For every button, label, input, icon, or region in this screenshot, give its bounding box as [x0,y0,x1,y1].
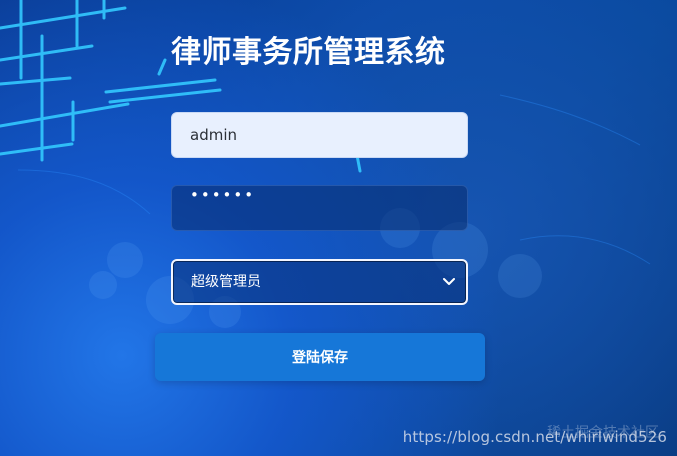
login-button-label: 登陆保存 [292,350,348,366]
page-title: 律师事务所管理系统 [171,35,446,70]
login-button[interactable]: 登陆保存 [155,333,485,381]
username-input[interactable] [171,112,468,158]
role-selected-value: 超级管理员 [191,274,261,290]
watermark-url: https://blog.csdn.net/whirlwind526 [402,428,667,446]
chevron-down-icon [442,275,456,289]
role-select[interactable]: 超级管理员 [171,259,468,305]
password-mask: •••••• [190,186,256,204]
password-field[interactable]: •••••• [171,185,468,231]
